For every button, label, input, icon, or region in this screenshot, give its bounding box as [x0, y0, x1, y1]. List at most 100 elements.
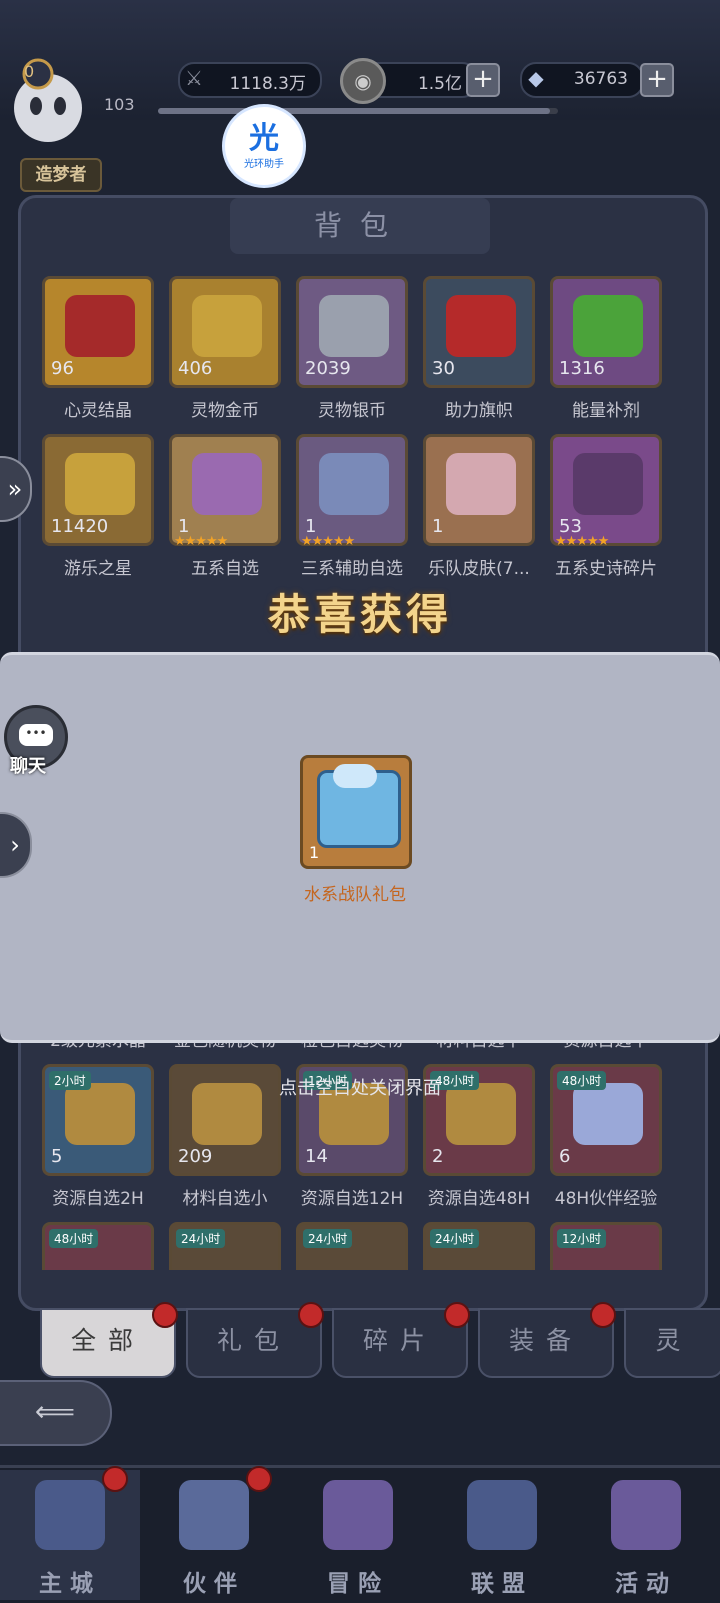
gold-display: ◉ 1.5亿: [340, 58, 478, 104]
close-hint[interactable]: 点击空白处关闭界面: [180, 1074, 540, 1100]
notification-dot: [590, 1302, 616, 1328]
rank-badge: 造梦者: [20, 158, 102, 192]
item-count: 11420: [51, 516, 109, 537]
reward-name: 水系战队礼包: [304, 885, 406, 905]
item-count: 6: [559, 1146, 571, 1167]
item-icon: [319, 453, 389, 515]
backpack-item[interactable]: 24小时: [423, 1222, 535, 1270]
item-count: 1: [432, 516, 444, 537]
item-icon: [446, 453, 516, 515]
vip-level: 0: [24, 62, 35, 81]
item-count: 2039: [305, 358, 351, 379]
nav-label: 主城: [39, 1571, 101, 1597]
gem-display: ◆ 36763: [520, 62, 644, 98]
item-label: 资源自选48H: [427, 1189, 531, 1209]
reward-item[interactable]: 1: [300, 755, 412, 869]
item-count: 406: [178, 358, 213, 379]
exp-bar: [158, 108, 558, 114]
nav-label: 冒险: [327, 1571, 389, 1597]
tab-5[interactable]: 灵: [624, 1308, 720, 1378]
chat-bubble-icon: •••: [19, 724, 53, 746]
congrats-title: 恭喜获得: [267, 590, 452, 639]
item-label: 灵物银币: [318, 401, 386, 421]
add-gold-button[interactable]: +: [466, 63, 500, 97]
duration-tag: 12小时: [557, 1229, 607, 1248]
item-icon: [573, 1083, 643, 1145]
item-icon: [573, 295, 643, 357]
item-label: 灵物金币: [191, 401, 259, 421]
item-count: 30: [432, 358, 455, 379]
power-value: 1118.3万: [229, 74, 306, 94]
back-button[interactable]: ⟸: [0, 1380, 112, 1446]
item-label: 材料自选小: [182, 1189, 268, 1209]
gold-coin-icon: ◉: [340, 58, 386, 104]
notification-dot: [298, 1302, 324, 1328]
backpack-item[interactable]: 1316: [550, 276, 662, 388]
item-label: 资源自选2H: [52, 1189, 144, 1209]
backpack-item[interactable]: 2小时 5: [42, 1064, 154, 1176]
backpack-item[interactable]: 11420: [42, 434, 154, 546]
backpack-item[interactable]: 1 ★★★★★: [296, 434, 408, 549]
item-label: 游乐之星: [64, 559, 132, 579]
helper-overlay-button[interactable]: 光 光环助手: [222, 104, 306, 188]
power-display: ⚔ 1118.3万: [178, 62, 322, 98]
item-count: 14: [305, 1146, 328, 1167]
item-label: 三系辅助自选: [301, 559, 403, 579]
star-rating: ★★★★★: [555, 534, 609, 549]
notification-dot: [152, 1302, 178, 1328]
nav-icon: [323, 1480, 393, 1550]
item-icon: [65, 295, 135, 357]
item-icon: [192, 453, 262, 515]
nav-icon: [179, 1480, 249, 1550]
backpack-item[interactable]: 48小时 6: [550, 1064, 662, 1176]
item-label: 助力旗帜: [445, 401, 513, 421]
backpack-item[interactable]: 30: [423, 276, 535, 388]
nav-icon: [467, 1480, 537, 1550]
star-rating: ★★★★★: [174, 534, 228, 549]
nav-label: 伙伴: [183, 1571, 245, 1597]
gold-value: 1.5亿: [417, 74, 462, 94]
item-label: 资源自选12H: [300, 1189, 404, 1209]
item-icon: [65, 1083, 135, 1145]
backpack-item[interactable]: 24小时: [296, 1222, 408, 1270]
diamond-icon: ◆: [528, 66, 544, 90]
star-rating: ★★★★★: [301, 534, 355, 549]
item-icon: [573, 453, 643, 515]
item-label: 48H伙伴经验: [554, 1189, 658, 1209]
item-label: 五系自选: [191, 559, 259, 579]
nav-icon: [35, 1480, 105, 1550]
nav-icon: [611, 1480, 681, 1550]
backpack-item[interactable]: 12小时: [550, 1222, 662, 1270]
item-count: 209: [178, 1146, 213, 1167]
gem-value: 36763: [573, 69, 628, 89]
duration-tag: 48小时: [49, 1229, 99, 1248]
item-label: 五系史诗碎片: [555, 559, 657, 579]
player-avatar[interactable]: [8, 58, 98, 168]
backpack-item[interactable]: 24小时: [169, 1222, 281, 1270]
notification-dot: [444, 1302, 470, 1328]
backpack-item[interactable]: 96: [42, 276, 154, 388]
backpack-item[interactable]: 1: [423, 434, 535, 546]
duration-tag: 24小时: [430, 1229, 480, 1248]
helper-label: 光环助手: [244, 159, 284, 170]
item-count: 2: [432, 1146, 444, 1167]
nav-item-4[interactable]: 联盟: [432, 1470, 572, 1600]
backpack-item[interactable]: 2039: [296, 276, 408, 388]
nav-item-3[interactable]: 冒险: [288, 1470, 428, 1600]
duration-tag: 24小时: [176, 1229, 226, 1248]
backpack-item[interactable]: 1 ★★★★★: [169, 434, 281, 549]
helper-glyph: 光: [249, 121, 279, 156]
notification-dot: [246, 1466, 272, 1492]
backpack-item[interactable]: 53 ★★★★★: [550, 434, 662, 549]
chat-label: 聊天: [10, 756, 46, 777]
item-label: 能量补剂: [572, 401, 640, 421]
backpack-item[interactable]: 48小时: [42, 1222, 154, 1270]
add-gems-button[interactable]: +: [640, 63, 674, 97]
nav-item-5[interactable]: 活动: [576, 1470, 716, 1600]
duration-tag: 48小时: [557, 1071, 607, 1090]
item-icon: [65, 453, 135, 515]
item-count: 1316: [559, 358, 605, 379]
notification-dot: [102, 1466, 128, 1492]
duration-tag: 2小时: [49, 1071, 91, 1090]
backpack-item[interactable]: 406: [169, 276, 281, 388]
